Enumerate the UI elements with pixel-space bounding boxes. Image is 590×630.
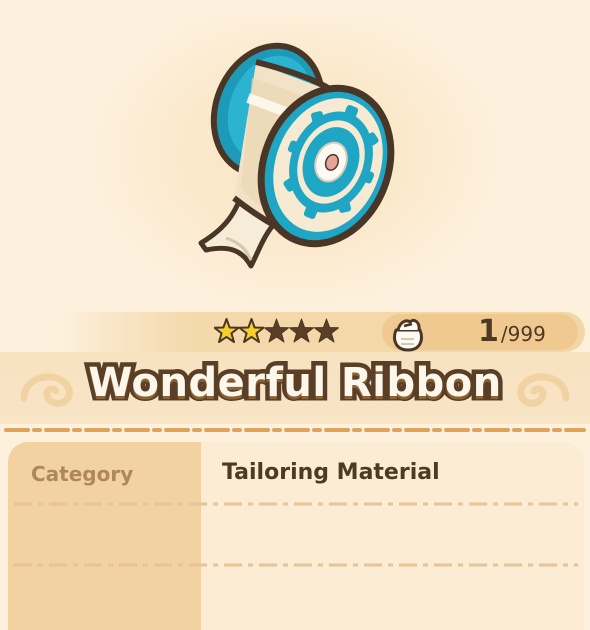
quantity-owned: 1 — [478, 314, 499, 349]
category-value: Tailoring Material — [222, 460, 440, 485]
row-divider — [14, 563, 578, 567]
quantity-max: /999 — [500, 322, 546, 346]
item-detail-card: 1 /999 Wonderful Ribbon Category Tailori… — [0, 0, 590, 630]
row-divider — [14, 502, 578, 506]
divider — [4, 428, 586, 432]
item-info-table: Category Tailoring Material — [8, 442, 584, 630]
item-quantity: 1 /999 — [478, 314, 546, 350]
star-filled-icon — [239, 318, 264, 343]
star-filled-icon — [214, 318, 239, 343]
category-label: Category — [31, 462, 134, 486]
item-name: Wonderful Ribbon — [84, 356, 506, 411]
rarity-stars — [214, 316, 339, 348]
star-empty-icon — [314, 318, 339, 343]
star-empty-icon — [289, 318, 314, 343]
bag-icon — [393, 318, 423, 352]
star-empty-icon — [264, 318, 289, 343]
ribbon-spool-icon — [198, 42, 395, 269]
